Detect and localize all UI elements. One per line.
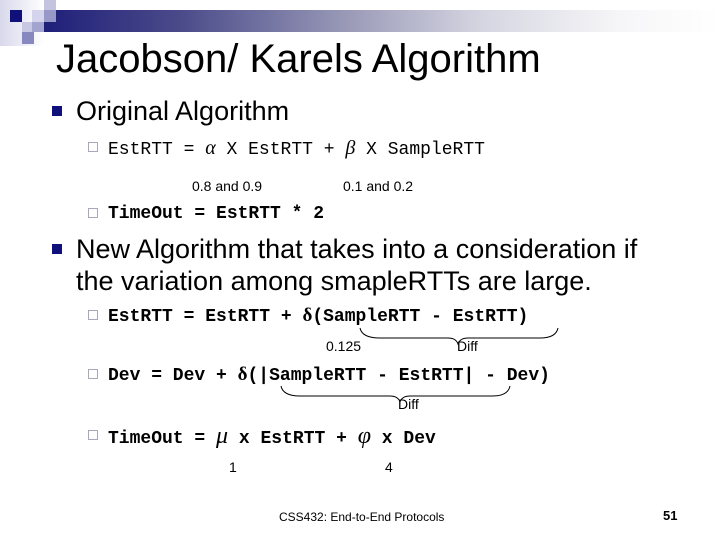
page-number: 51 (663, 508, 678, 523)
phi-symbol: φ (357, 423, 371, 449)
hollow-square-bullet-icon (88, 430, 98, 440)
diff-brace-2 (280, 385, 511, 404)
formula-part: TimeOut = (108, 429, 217, 449)
formula: TimeOut = μ x EstRTT + φ x Dev (108, 423, 436, 450)
mu-symbol: μ (216, 423, 229, 449)
formula-part: x EstRTT + (228, 429, 358, 449)
diff-annotation: Diff (398, 396, 419, 412)
phi-value-annotation: 4 (385, 459, 393, 475)
slide-footer: CSS432: End-to-End Protocols (279, 510, 445, 524)
formula-part: x Dev (370, 429, 436, 449)
mu-value-annotation: 1 (229, 459, 237, 475)
